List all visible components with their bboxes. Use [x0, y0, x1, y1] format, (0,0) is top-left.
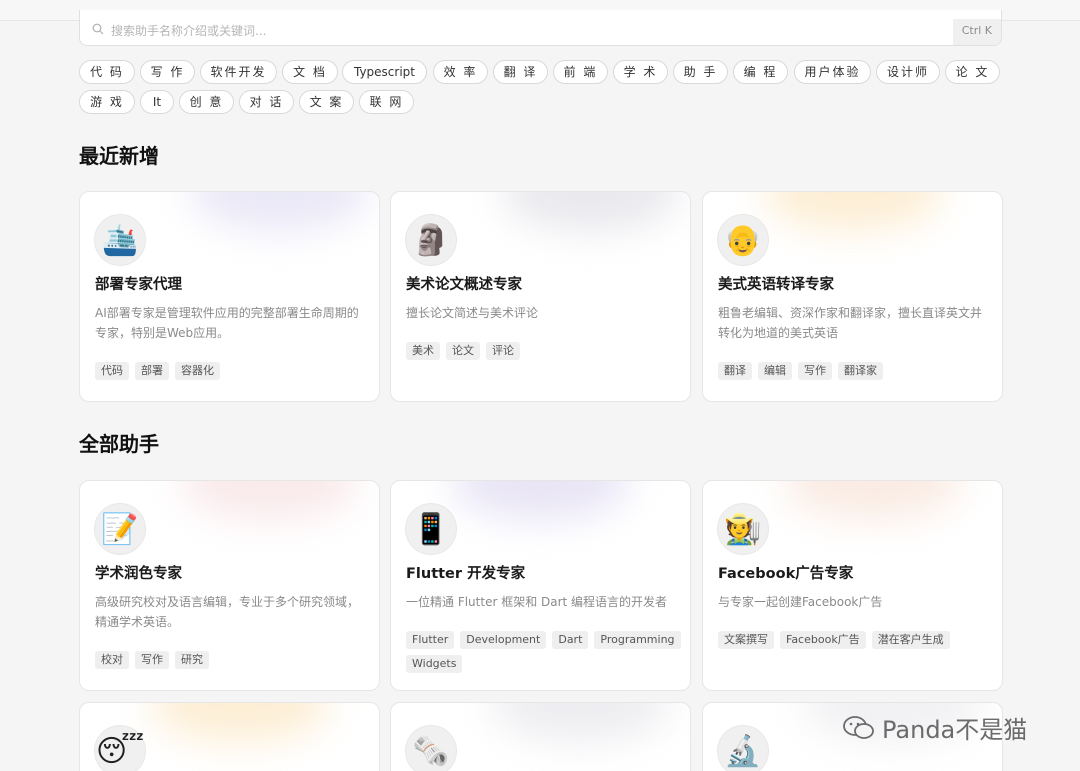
card-tag: Development [460, 631, 547, 649]
tag-filter[interactable]: 创 意 [179, 90, 234, 114]
tag-filter[interactable]: 前 端 [553, 60, 608, 84]
card-tags: 文案撰写 Facebook广告 潜在客户生成 [718, 631, 998, 649]
card-description: 粗鲁老编辑、资深作家和翻译家，擅长直译英文并转化为地道的美式英语 [718, 306, 983, 340]
card-tag: Programming [594, 631, 681, 649]
microscope-icon: 🔬 [717, 725, 769, 771]
tag-filter[interactable]: 对 话 [239, 90, 294, 114]
section-title-all: 全部助手 [79, 432, 159, 456]
tag-filter[interactable]: 代 码 [79, 60, 135, 84]
card-title: 部署专家代理 [95, 277, 182, 293]
card-description: 高级研究校对及语言编辑，专业于多个研究领域，精通学术英语。 [95, 595, 360, 629]
assistant-card[interactable]: 😴 [79, 702, 380, 771]
moai-icon: 🗿 [405, 214, 457, 266]
ship-icon: 🛳️ [94, 214, 146, 266]
card-tag: 研究 [175, 651, 209, 669]
search-icon [92, 23, 104, 35]
card-glow [501, 192, 681, 232]
card-title: 美术论文概述专家 [406, 277, 522, 293]
farmer-icon: 🧑‍🌾 [717, 503, 769, 555]
wechat-icon [843, 715, 874, 739]
card-title: Facebook广告专家 [718, 566, 854, 582]
card-tag: 论文 [446, 342, 480, 360]
tag-filter[interactable]: 编 程 [733, 60, 788, 84]
card-glow [150, 703, 330, 743]
memo-icon: 📝 [94, 503, 146, 555]
card-tags: 代码 部署 容器化 [95, 362, 375, 380]
card-tags: 翻译 编辑 写作 翻译家 [718, 362, 998, 380]
phone-icon: 📱 [405, 503, 457, 555]
card-tags: 美术 论文 评论 [406, 342, 686, 360]
assistant-card[interactable]: 👴 美式英语转译专家 粗鲁老编辑、资深作家和翻译家，擅长直译英文并转化为地道的美… [702, 191, 1003, 402]
card-tag: 翻译家 [838, 362, 883, 380]
card-description: AI部署专家是管理软件应用的完整部署生命周期的专家，特别是Web应用。 [95, 306, 359, 340]
tag-filter[interactable]: 文 案 [299, 90, 354, 114]
tag-filter[interactable]: 文 档 [282, 60, 338, 84]
watermark: Panda不是猫 [842, 710, 1027, 745]
card-tag: 写作 [135, 651, 169, 669]
card-tag: Flutter [406, 631, 455, 649]
sleeping-face-icon: 😴 [94, 725, 146, 771]
tag-filter[interactable]: 联 网 [359, 90, 414, 114]
tag-filter[interactable]: 学 术 [613, 60, 668, 84]
card-tags: Flutter Development Dart Programming Wid… [406, 631, 686, 673]
card-tag: 校对 [95, 651, 129, 669]
card-tag: 评论 [486, 342, 520, 360]
card-description: 与专家一起创建Facebook广告 [718, 595, 883, 609]
card-tag: Dart [552, 631, 589, 649]
tag-filter[interactable]: 论 文 [945, 60, 1000, 84]
tag-filter[interactable]: 游 戏 [79, 90, 135, 114]
card-title: 美式英语转译专家 [718, 277, 834, 293]
tag-filter[interactable]: 设计师 [876, 60, 940, 84]
card-glow [491, 703, 671, 743]
shortcut-hint: Ctrl K [952, 19, 1001, 45]
card-glow [783, 481, 963, 521]
assistant-card[interactable]: 🛳️ 部署专家代理 AI部署专家是管理软件应用的完整部署生命周期的专家，特别是W… [79, 191, 380, 402]
tag-filter[interactable]: 效 率 [433, 60, 488, 84]
card-tag: 写作 [798, 362, 832, 380]
assistant-card[interactable]: 📝 学术润色专家 高级研究校对及语言编辑，专业于多个研究领域，精通学术英语。 校… [79, 480, 380, 691]
assistant-card[interactable]: 📱 Flutter 开发专家 一位精通 Flutter 框架和 Dart 编程语… [390, 480, 691, 691]
card-tag: 代码 [95, 362, 129, 380]
tag-filter[interactable]: 软件开发 [200, 60, 277, 84]
watermark-text: Panda不是猫 [882, 716, 1028, 744]
card-tags: 校对 写作 研究 [95, 651, 375, 669]
card-title: Flutter 开发专家 [406, 566, 526, 582]
card-tag: 编辑 [758, 362, 792, 380]
search-input[interactable]: 搜索助手名称介绍或关键词... [111, 22, 266, 39]
tag-filter[interactable]: 用户体验 [794, 60, 871, 84]
card-tag: 文案撰写 [718, 631, 774, 649]
card-description: 一位精通 Flutter 框架和 Dart 编程语言的开发者 [406, 595, 668, 609]
card-description: 擅长论文简述与美术评论 [406, 306, 539, 320]
tag-filter[interactable]: It [140, 90, 174, 114]
card-tag: 部署 [135, 362, 169, 380]
tag-filter[interactable]: 写 作 [140, 60, 195, 84]
card-glow [190, 192, 370, 232]
old-man-icon: 👴 [717, 214, 769, 266]
tag-filter[interactable]: Typescript [342, 60, 427, 84]
card-glow [451, 481, 631, 521]
tag-filter[interactable]: 翻 译 [493, 60, 548, 84]
assistant-card[interactable]: 🗿 美术论文概述专家 擅长论文简述与美术评论 美术 论文 评论 [390, 191, 691, 402]
card-glow [763, 192, 943, 232]
card-tag: Widgets [406, 655, 463, 673]
card-tag: Facebook广告 [780, 631, 866, 649]
card-tag: 美术 [406, 342, 440, 360]
search-box[interactable]: 搜索助手名称介绍或关键词... Ctrl K [79, 10, 1002, 46]
card-tag: 翻译 [718, 362, 752, 380]
card-title: 学术润色专家 [95, 566, 182, 582]
assistant-card[interactable]: 🗞️ [390, 702, 691, 771]
newspaper-icon: 🗞️ [405, 725, 457, 771]
assistant-card[interactable]: 🧑‍🌾 Facebook广告专家 与专家一起创建Facebook广告 文案撰写 … [702, 480, 1003, 691]
card-glow [180, 481, 360, 521]
card-tag: 潜在客户生成 [871, 631, 950, 649]
tag-filter[interactable]: 助 手 [673, 60, 728, 84]
section-title-recent: 最近新增 [79, 144, 159, 168]
card-tag: 容器化 [175, 362, 220, 380]
